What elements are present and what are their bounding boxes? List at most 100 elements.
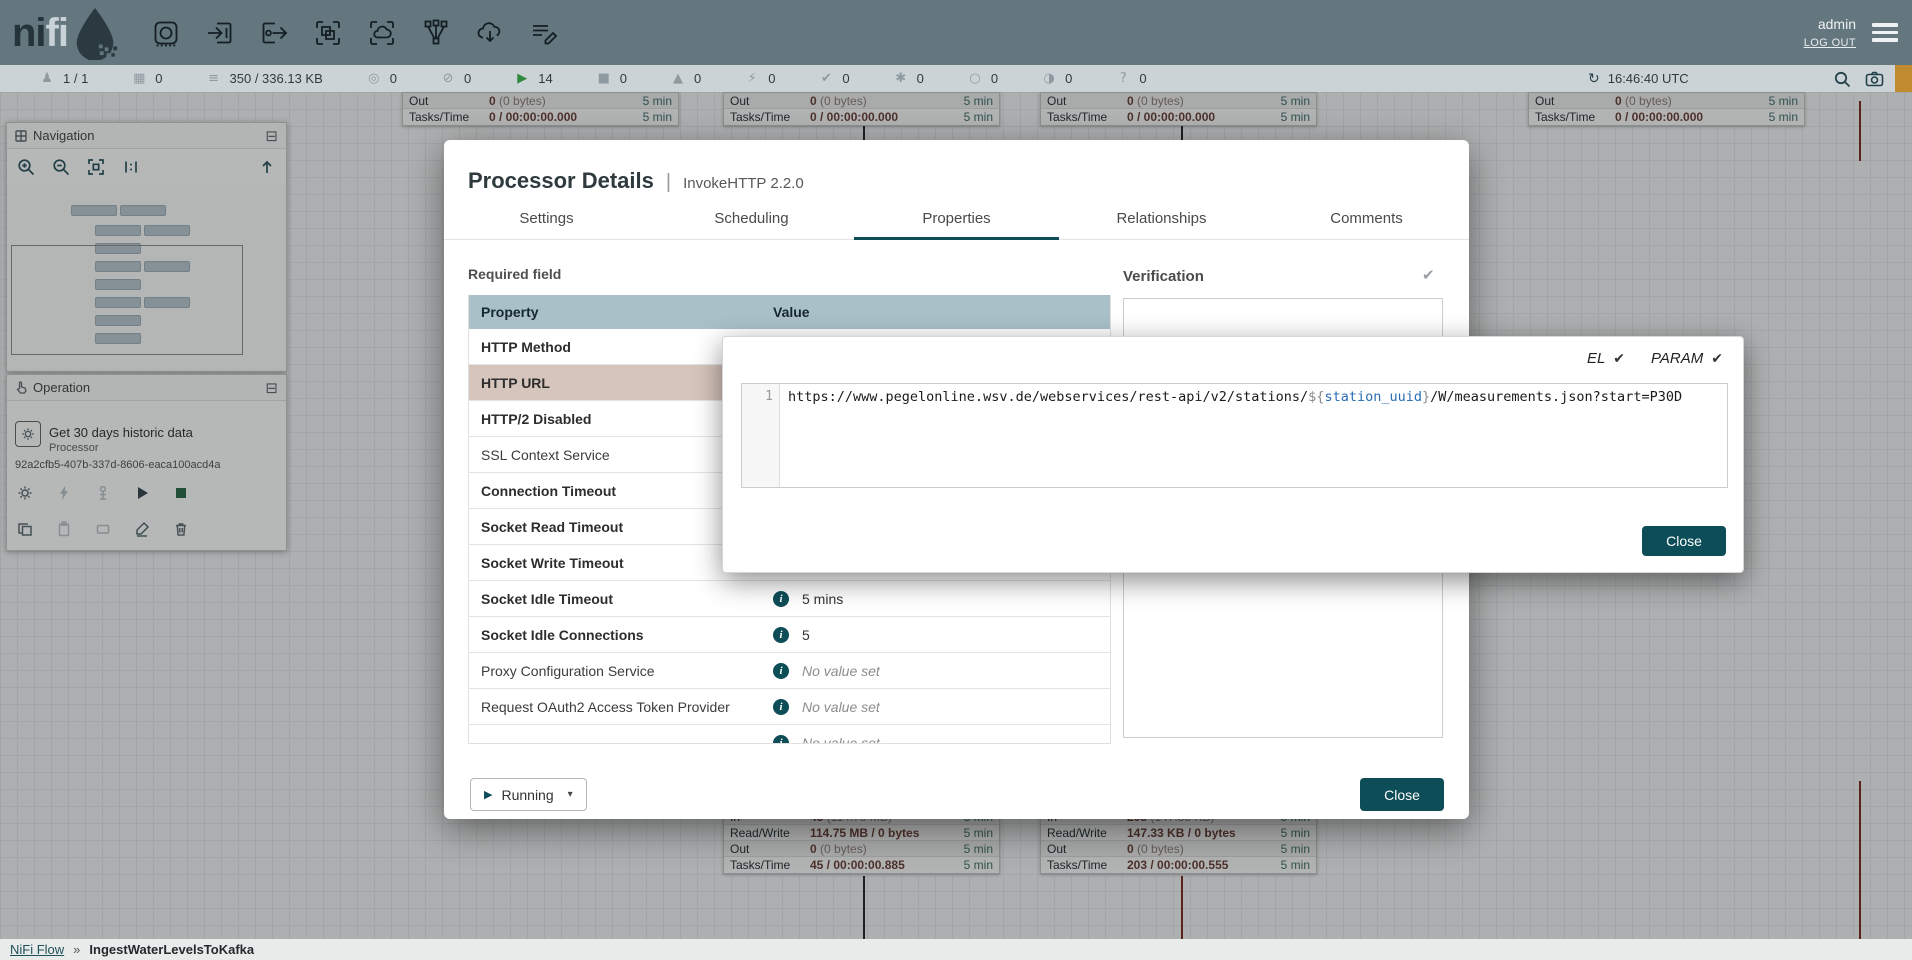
tab-scheduling[interactable]: Scheduling [649,198,854,239]
app-header: nifi [0,0,1912,65]
info-icon[interactable]: i [773,627,789,643]
info-icon[interactable]: i [773,591,789,607]
status-item: ⚡ 0 [745,71,775,86]
property-row[interactable]: i No value set [469,725,1110,744]
status-count: 0 [1065,71,1072,86]
refresh-icon[interactable]: ↻ [1588,71,1600,87]
property-name: Proxy Configuration Service [469,663,759,679]
property-row[interactable]: Proxy Configuration Service i No value s… [469,653,1110,689]
status-count: 0 [917,71,924,86]
input-port-icon[interactable] [204,17,236,49]
current-user: admin [1818,16,1856,32]
info-icon[interactable]: i [773,663,789,679]
tab-settings[interactable]: Settings [444,198,649,239]
nifi-logo-text: nifi [12,13,68,53]
popup-close-button[interactable]: Close [1642,526,1726,556]
running-icon: ▶ [515,71,529,86]
required-field-label: Required field [468,266,561,282]
breadcrumb-root-link[interactable]: NiFi Flow [10,942,64,957]
invalid-icon: ▲ [671,71,685,86]
not-transmitting-icon: ⊘ [441,71,455,86]
breadcrumb-separator: » [73,942,80,957]
status-item: ♟ 1 / 1 [40,71,88,86]
property-name: HTTP/2 Disabled [469,411,759,427]
output-port-icon[interactable] [258,17,290,49]
tab-properties[interactable]: Properties [854,198,1059,239]
property-row[interactable]: Request OAuth2 Access Token Provider i N… [469,689,1110,725]
status-count: 0 [842,71,849,86]
status-count: 0 [694,71,701,86]
editor-code-line[interactable]: https://www.pegelonline.wsv.de/webservic… [780,384,1727,487]
nifi-logo: nifi [12,6,120,60]
property-value[interactable]: i No value set [759,699,1110,715]
property-value[interactable]: i No value set [759,663,1110,679]
status-item: ◎ 0 [367,71,397,86]
tab-comments[interactable]: Comments [1264,198,1469,239]
status-count: 0 [768,71,775,86]
property-value-text: No value set [802,699,880,715]
property-name: Socket Idle Timeout [469,591,759,607]
tab-relationships[interactable]: Relationships [1059,198,1264,239]
check-icon: ✔ [1711,351,1723,367]
check-icon: ✔ [1613,351,1625,367]
remote-process-group-icon[interactable] [366,17,398,49]
process-group-icon[interactable] [312,17,344,49]
up-to-date-icon: ✔ [819,71,833,86]
breadcrumb: NiFi Flow » IngestWaterLevelsToKafka [0,939,1912,960]
stale-icon: ○ [968,71,982,86]
sync-failure-icon: ? [1116,71,1130,86]
run-state-button[interactable]: ▶ Running ▾ [470,778,587,811]
snapshot-camera-icon[interactable] [1865,70,1884,88]
el-supported-badge: EL✔ [1587,350,1625,367]
property-value-text: 5 [802,627,810,643]
disabled-icon: ⚡ [745,71,759,86]
component-toolbar [150,17,560,49]
dialog-tabs: Settings Scheduling Properties Relations… [444,198,1469,240]
status-count: 0 [464,71,471,86]
status-item: ○ 0 [968,71,998,86]
global-menu-icon[interactable] [1872,23,1898,42]
property-row[interactable]: Socket Idle Timeout i 5 mins [469,581,1110,617]
chevron-down-icon: ▾ [568,789,573,800]
status-count: 0 [390,71,397,86]
processor-icon[interactable] [150,17,182,49]
property-value[interactable]: i 5 mins [759,591,1110,607]
dialog-close-button[interactable]: Close [1360,778,1444,811]
property-value[interactable]: i No value set [759,735,1110,745]
property-row[interactable]: Socket Idle Connections i 5 [469,617,1110,653]
param-supported-badge: PARAM✔ [1651,350,1723,367]
property-name: HTTP Method [469,339,759,355]
status-count: 0 [991,71,998,86]
status-item: ≡ 350 / 336.13 KB [207,71,323,86]
status-count: 14 [538,71,552,86]
locally-modified-stale-icon: ◑ [1042,71,1056,86]
info-icon[interactable]: i [773,735,789,745]
cloud-download-icon[interactable] [474,17,506,49]
funnel-icon[interactable] [420,17,452,49]
property-name: Socket Idle Connections [469,627,759,643]
nifi-droplet-icon [70,6,120,60]
property-value[interactable]: i 5 [759,627,1110,643]
property-value-editor[interactable]: 1 https://www.pegelonline.wsv.de/webserv… [741,383,1728,488]
status-item: ? 0 [1116,71,1146,86]
label-icon[interactable] [528,17,560,49]
verification-check-icon[interactable]: ✔ [1422,266,1435,284]
status-item: ▦ 0 [132,71,162,86]
property-name: Request OAuth2 Access Token Provider [469,699,759,715]
status-item: ✱ 0 [894,71,924,86]
breadcrumb-current: IngestWaterLevelsToKafka [89,942,254,957]
property-name: SSL Context Service [469,447,759,463]
title-separator: | [666,171,671,194]
flow-analysis-drawer-toggle[interactable] [1895,65,1912,92]
transmitting-icon: ◎ [367,71,381,86]
logout-link[interactable]: LOG OUT [1804,37,1856,49]
dialog-title: Processor Details [468,168,654,194]
info-icon[interactable]: i [773,699,789,715]
column-property: Property [469,304,759,320]
status-count: 0 [620,71,627,86]
property-name: Connection Timeout [469,483,759,499]
locally-modified-icon: ✱ [894,71,908,86]
search-icon[interactable] [1833,70,1851,88]
property-value-text: No value set [802,735,880,745]
value-editor-popup: EL✔ PARAM✔ 1 https://www.pegelonline.wsv… [722,336,1744,573]
